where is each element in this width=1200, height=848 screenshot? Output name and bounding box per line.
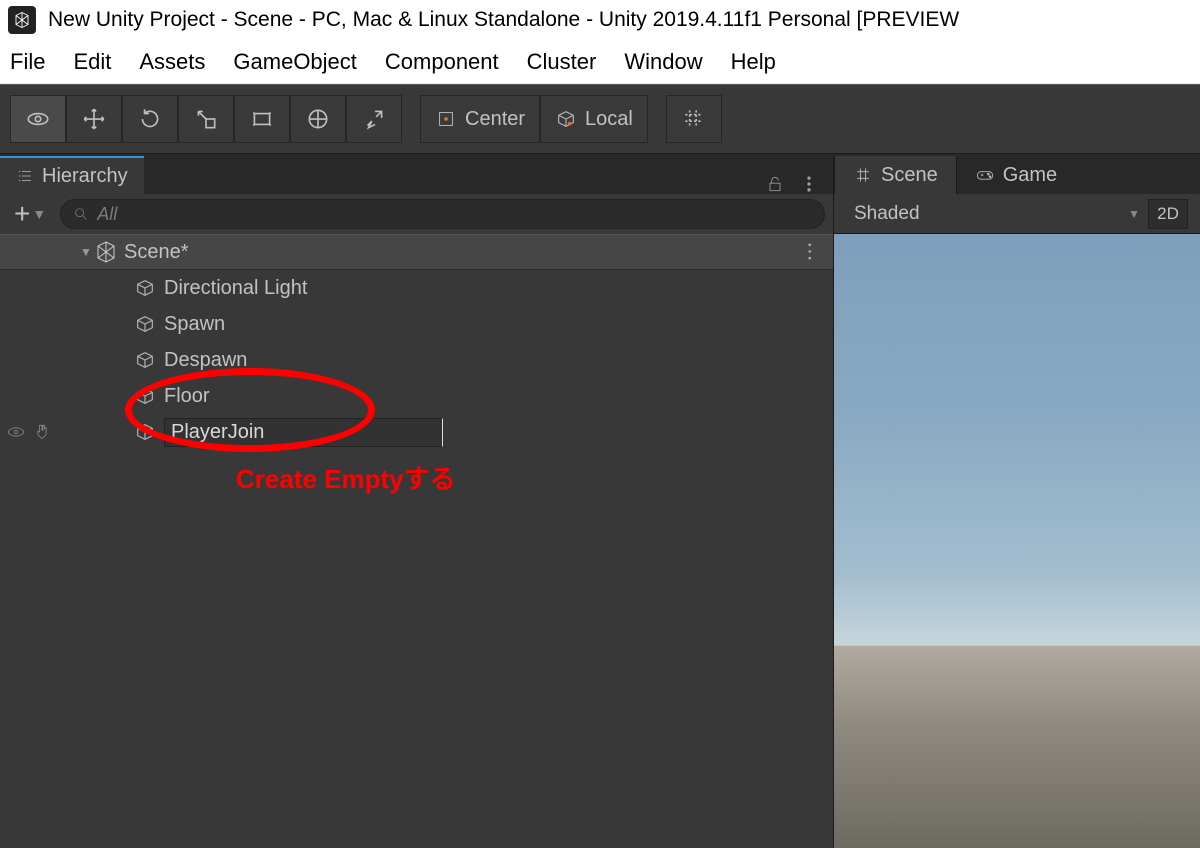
menu-file[interactable]: File <box>10 49 45 75</box>
menu-assets[interactable]: Assets <box>139 49 205 75</box>
create-button[interactable]: +▼ <box>8 198 52 230</box>
shading-mode-label: Shaded <box>854 203 920 225</box>
scene-name: Scene* <box>124 241 189 264</box>
scene-viewport[interactable] <box>834 234 1200 848</box>
pickable-icon[interactable] <box>32 422 52 442</box>
scene-panel: Scene Game Shaded ▼ 2D <box>834 154 1200 848</box>
hierarchy-panel: Hierarchy +▼ All ▼ Scene* ⋯ <box>0 154 834 848</box>
shading-mode-dropdown[interactable]: Shaded <box>846 199 928 229</box>
scene-tab-label: Scene <box>881 164 938 187</box>
scene-menu-icon[interactable]: ⋯ <box>798 241 823 263</box>
chevron-down-icon: ▼ <box>1128 207 1140 221</box>
menu-cluster[interactable]: Cluster <box>527 49 597 75</box>
chevron-down-icon: ▼ <box>32 206 46 222</box>
unity-scene-icon <box>94 240 118 264</box>
search-icon <box>73 206 89 222</box>
tree-item-spawn[interactable]: Spawn <box>0 306 833 342</box>
visibility-icon[interactable] <box>6 422 26 442</box>
hierarchy-search[interactable]: All <box>60 199 825 229</box>
gameobject-icon <box>134 385 156 407</box>
menu-component[interactable]: Component <box>385 49 499 75</box>
tree-item-label: Directional Light <box>164 277 307 300</box>
toggle-2d-button[interactable]: 2D <box>1148 199 1188 229</box>
rect-tool-button[interactable] <box>234 95 290 143</box>
gameobject-icon <box>134 313 156 335</box>
scale-tool-button[interactable] <box>178 95 234 143</box>
menu-gameobject[interactable]: GameObject <box>233 49 357 75</box>
unity-app-icon <box>8 6 36 34</box>
menu-window[interactable]: Window <box>624 49 702 75</box>
menu-bar: File Edit Assets GameObject Component Cl… <box>0 40 1200 84</box>
hierarchy-toolbar: +▼ All <box>0 194 833 234</box>
scene-tab[interactable]: Scene <box>834 156 956 194</box>
center-icon <box>435 108 457 130</box>
grid-snap-button[interactable] <box>666 95 722 143</box>
hierarchy-tree: ▼ Scene* ⋯ Directional Light Spawn Despa… <box>0 234 833 848</box>
space-mode-label: Local <box>585 108 633 131</box>
tree-item-floor[interactable]: Floor <box>0 378 833 414</box>
search-placeholder: All <box>97 204 117 225</box>
hierarchy-tab[interactable]: Hierarchy <box>0 156 144 194</box>
rotate-tool-button[interactable] <box>122 95 178 143</box>
space-mode-button[interactable]: Local <box>540 95 648 143</box>
gameobject-icon <box>134 421 156 443</box>
game-tab-label: Game <box>1003 164 1057 187</box>
toggle-2d-label: 2D <box>1157 204 1179 224</box>
gameobject-icon <box>134 349 156 371</box>
window-titlebar: New Unity Project - Scene - PC, Mac & Li… <box>0 0 1200 40</box>
main-toolbar: Center Local <box>0 84 1200 154</box>
tree-item-label: Despawn <box>164 349 247 372</box>
scene-root-row[interactable]: ▼ Scene* ⋯ <box>0 234 833 270</box>
game-tab[interactable]: Game <box>956 156 1075 194</box>
plus-icon: + <box>14 198 30 230</box>
hierarchy-tab-label: Hierarchy <box>42 165 128 188</box>
cube-icon <box>555 108 577 130</box>
list-icon <box>16 167 34 185</box>
hash-icon <box>853 165 873 185</box>
expand-icon[interactable]: ▼ <box>78 245 94 259</box>
gameobject-icon <box>134 277 156 299</box>
tree-item-label: Floor <box>164 385 210 408</box>
tree-item-playerjoin[interactable] <box>0 414 833 450</box>
pivot-mode-button[interactable]: Center <box>420 95 540 143</box>
transform-tool-button[interactable] <box>290 95 346 143</box>
scene-tabbar: Scene Game <box>834 154 1200 194</box>
move-tool-button[interactable] <box>66 95 122 143</box>
gamepad-icon <box>975 165 995 185</box>
scene-toolbar: Shaded ▼ 2D <box>834 194 1200 234</box>
menu-help[interactable]: Help <box>731 49 776 75</box>
tree-item-directional-light[interactable]: Directional Light <box>0 270 833 306</box>
custom-tool-button[interactable] <box>346 95 402 143</box>
window-title: New Unity Project - Scene - PC, Mac & Li… <box>48 8 959 32</box>
tree-item-despawn[interactable]: Despawn <box>0 342 833 378</box>
menu-edit[interactable]: Edit <box>73 49 111 75</box>
hand-tool-button[interactable] <box>10 95 66 143</box>
annotation-text: Create Emptyする <box>236 459 456 496</box>
kebab-icon[interactable] <box>799 174 819 194</box>
rename-input[interactable] <box>164 418 443 447</box>
lock-icon[interactable] <box>765 174 785 194</box>
hierarchy-tabbar: Hierarchy <box>0 154 833 194</box>
pivot-mode-label: Center <box>465 108 525 131</box>
tree-item-label: Spawn <box>164 313 225 336</box>
